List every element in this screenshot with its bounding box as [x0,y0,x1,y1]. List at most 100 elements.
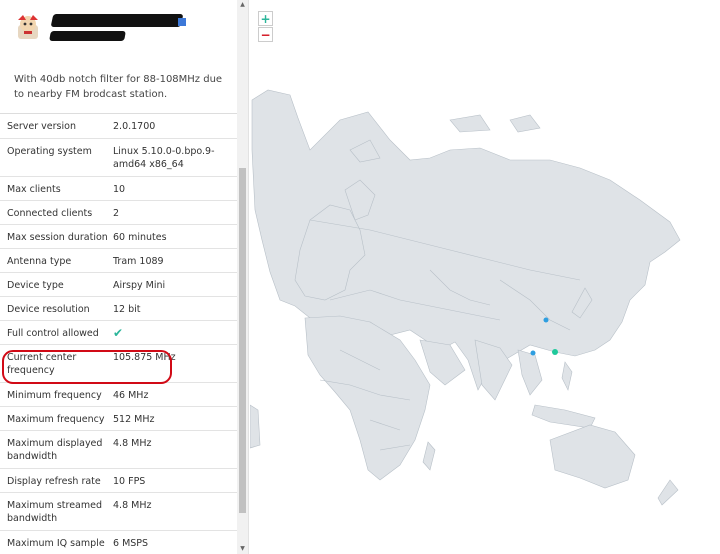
info-row: Max clients 10 [0,176,237,200]
info-key: Operating system [0,138,113,176]
info-row: Device resolution 12 bit [0,296,237,320]
info-value-label: 512 MHz [113,413,155,425]
receiver-marker-blue [543,317,549,323]
info-key-label: Connected clients [7,207,93,219]
info-row: Antenna type Tram 1089 [0,248,237,272]
info-key: Maximum displayed bandwidth [0,430,113,468]
receiver-marker-blue [530,350,536,356]
philippines-islands [561,361,573,391]
info-key-label: Full control allowed [7,327,99,339]
info-key-label: Maximum IQ sample [7,537,105,549]
info-row: Minimum frequency 46 MHz [0,382,237,406]
info-row: Maximum streamed bandwidth 4.8 MHz [0,492,237,530]
zoom-out-button[interactable]: − [258,27,273,42]
receiver-marker-green [552,349,558,355]
info-key: Device type [0,272,113,296]
status-indicator [178,18,186,26]
australia-landmass [549,424,636,489]
info-value-label: 4.8 MHz [113,499,152,511]
scroll-down-icon[interactable]: ▼ [239,545,246,552]
new-zealand-island [657,479,679,506]
receiver-header [0,0,237,60]
info-value-label: 60 minutes [113,231,167,243]
info-value: 12 bit [113,296,237,320]
info-value: Linux 5.10.0-0.bpo.9-amd64 x86_64 [113,138,237,176]
info-value-label: 2 [113,207,120,219]
info-row: Maximum frequency 512 MHz [0,406,237,430]
info-key-label: Minimum frequency [7,389,102,401]
info-key-label: Antenna type [7,255,72,267]
info-value-label: 6 MSPS [113,537,149,549]
info-key: Max session duration [0,224,113,248]
scroll-up-icon[interactable]: ▲ [239,1,246,8]
indonesia-islands [531,404,596,429]
info-key-label: Device resolution [7,303,90,315]
info-value-label: Linux 5.10.0-0.bpo.9-amd64 x86_64 [113,145,215,171]
info-value: 10 FPS [113,468,237,492]
info-value-label: Airspy Mini [113,279,166,291]
info-value: Tram 1089 [113,248,237,272]
info-key: Max clients [0,176,113,200]
info-row: Maximum displayed bandwidth 4.8 MHz [0,430,237,468]
info-row: Full control allowed ✔ [0,320,237,344]
redacted-subtitle [49,31,126,41]
info-key: Maximum IQ sample [0,530,113,554]
info-value: ✔ [113,320,237,344]
info-key: Maximum frequency [0,406,113,430]
info-row: Maximum IQ sample 6 MSPS [0,530,237,554]
server-info-panel: With 40db notch filter for 88-108MHz due… [0,0,249,554]
info-value: Airspy Mini [113,272,237,296]
africa-landmass [304,315,431,481]
scrollbar-thumb[interactable] [239,168,246,513]
info-value: 10 [113,176,237,200]
info-value: 4.8 MHz [113,492,237,530]
info-value-label: 2.0.1700 [113,121,156,132]
info-key: Minimum frequency [0,382,113,406]
info-key-label: Operating system [7,145,92,157]
info-value-label: Tram 1089 [113,255,164,267]
info-value: 2.0.1700 [113,114,237,138]
info-key-label: Device type [7,279,64,291]
info-value-label: 46 MHz [113,389,149,401]
info-key: Connected clients [0,200,113,224]
info-key-label: Max session duration [7,231,108,243]
info-value-label: 4.8 MHz [113,437,152,449]
info-value: 60 minutes [113,224,237,248]
info-key-label: Maximum displayed bandwidth [7,437,103,463]
info-key-label: Maximum frequency [7,413,105,425]
info-row: Operating system Linux 5.10.0-0.bpo.9-amd… [0,138,237,176]
info-value-label: 10 [113,183,126,195]
info-value: 2 [113,200,237,224]
info-row: Display refresh rate 10 FPS [0,468,237,492]
check-icon: ✔ [113,325,124,340]
info-value: 512 MHz [113,406,237,430]
info-row: Server version 2.0.1700 [0,114,237,138]
info-row: Max session duration 60 minutes [0,224,237,248]
info-row: Connected clients 2 [0,200,237,224]
receiver-description: With 40db notch filter for 88-108MHz due… [0,60,237,114]
info-key-label: Max clients [7,183,61,195]
info-key: Device resolution [0,296,113,320]
info-key-label: Display refresh rate [7,475,101,487]
info-value: 6 MSPS [113,530,237,554]
info-value-label: 12 bit [113,303,141,315]
info-key: Display refresh rate [0,468,113,492]
info-key-label: Maximum streamed bandwidth [7,499,102,525]
avatar-icon [18,15,38,39]
world-map[interactable] [250,0,720,554]
info-row: Device type Airspy Mini [0,272,237,296]
server-info-table: Server version 2.0.1700 Operating system Li… [0,114,237,554]
info-value: 4.8 MHz [113,430,237,468]
panel-content: With 40db notch filter for 88-108MHz due… [0,0,237,554]
info-key: Server version [0,114,113,138]
info-key-label: Server version [7,121,76,132]
info-key: Maximum streamed bandwidth [0,492,113,530]
highlight-circle [2,350,172,384]
southeast-asia-region [517,349,543,396]
info-key: Full control allowed [0,320,113,344]
info-key: Antenna type [0,248,113,272]
madagascar-island [422,441,436,471]
info-value-label: 10 FPS [113,475,146,487]
zoom-in-button[interactable]: + [258,11,273,26]
americas-edge [250,404,261,449]
